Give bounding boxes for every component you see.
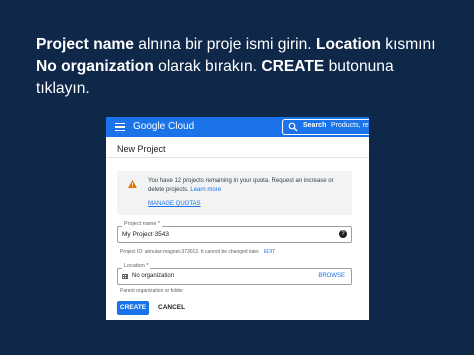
location-label: Location * bbox=[122, 263, 151, 269]
instruction-project-name: Project name bbox=[36, 36, 134, 53]
quota-message: You have 12 projects remaining in your q… bbox=[148, 178, 334, 193]
instruction-text: Project name alnına bir proje ismi girin… bbox=[36, 34, 436, 100]
project-name-field[interactable]: Project name * My Project 3543 ? bbox=[117, 221, 352, 243]
quota-text: You have 12 projects remaining in your q… bbox=[148, 177, 343, 195]
instruction-create: CREATE bbox=[261, 58, 325, 75]
search-placeholder: Products, re bbox=[331, 122, 369, 129]
learn-more-link[interactable]: Learn more bbox=[190, 187, 221, 193]
divider bbox=[106, 157, 369, 158]
create-button[interactable]: CREATE bbox=[117, 301, 149, 315]
menu-icon[interactable] bbox=[115, 123, 125, 131]
browse-button[interactable]: BROWSE bbox=[318, 273, 345, 279]
help-icon[interactable]: ? bbox=[339, 230, 347, 238]
instruction-location: Location bbox=[315, 36, 381, 53]
top-bar: Google Cloud Search Products, re bbox=[106, 117, 369, 137]
location-hint: Parent organization or folder bbox=[120, 288, 184, 294]
cancel-button[interactable]: CANCEL bbox=[158, 301, 185, 315]
project-name-value[interactable]: My Project 3543 bbox=[122, 231, 169, 238]
warning-icon bbox=[128, 180, 137, 188]
edit-project-id-link[interactable]: EDIT bbox=[264, 249, 275, 255]
console-screenshot: Google Cloud Search Products, re New Pro… bbox=[106, 117, 369, 320]
search-input[interactable]: Search Products, re bbox=[282, 119, 369, 135]
instruction-text-4: kısmını bbox=[380, 36, 436, 53]
project-id-hint: Project ID: annular-magnet-373012. It ca… bbox=[120, 249, 275, 255]
organization-icon bbox=[122, 274, 128, 279]
instruction-text-6: olarak bırakın. bbox=[153, 58, 262, 75]
project-name-label: Project name * bbox=[122, 221, 163, 227]
google-cloud-logo[interactable]: Google Cloud bbox=[133, 120, 194, 134]
instruction-no-organization: No organization bbox=[36, 58, 154, 75]
search-icon bbox=[288, 122, 298, 132]
search-label: Search bbox=[303, 122, 327, 129]
page-title: New Project bbox=[117, 144, 166, 154]
manage-quotas-link[interactable]: MANAGE QUOTAS bbox=[148, 201, 201, 207]
location-value: No organization bbox=[132, 273, 175, 279]
instruction-text-2: alnına bir proje ismi girin. bbox=[133, 36, 316, 53]
location-field[interactable]: Location * No organization BROWSE bbox=[117, 263, 352, 285]
quota-notice: You have 12 projects remaining in your q… bbox=[117, 171, 352, 215]
project-id-text: Project ID: annular-magnet-373012. It ca… bbox=[120, 249, 260, 255]
